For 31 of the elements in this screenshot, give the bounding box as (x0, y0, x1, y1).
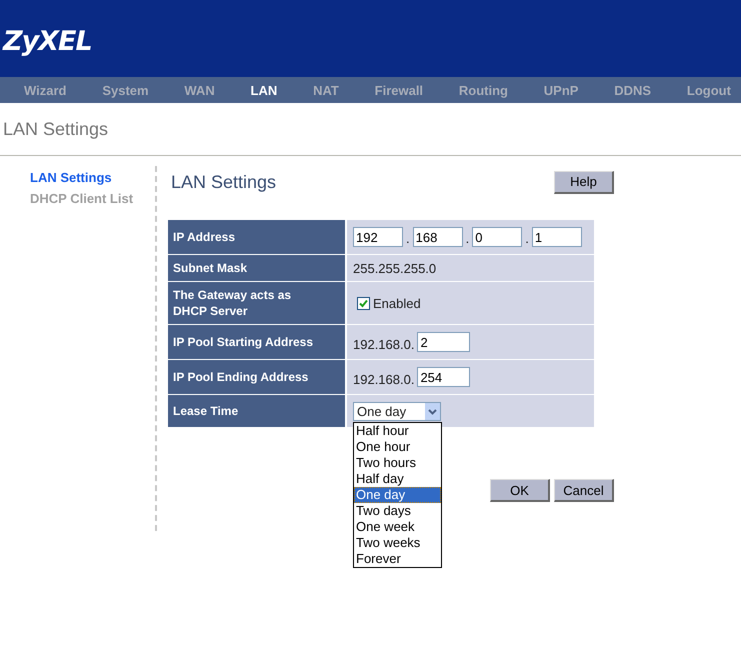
field-label: Lease Time (168, 395, 345, 427)
octet-field[interactable]: 1 (532, 227, 582, 247)
ok-button[interactable]: OK (490, 479, 550, 502)
field-label: Subnet Mask (168, 255, 345, 281)
address-field[interactable]: 254 (417, 367, 470, 387)
field-label: The Gateway acts as DHCP Server (168, 282, 345, 324)
octet-field[interactable]: 168 (412, 227, 463, 247)
dot-separator: . (525, 231, 529, 246)
address-prefix: 192.168.0. (353, 372, 414, 387)
address-prefix: 192.168.0. (353, 337, 414, 352)
field-label: IP Address (168, 220, 345, 254)
octet-field[interactable]: 0 (472, 227, 522, 247)
field-label: IP Pool Starting Address (168, 325, 345, 359)
octet-field[interactable]: 192 (353, 227, 403, 247)
address-field[interactable]: 2 (417, 332, 470, 352)
checkbox-label: Enabled (373, 296, 421, 310)
dhcp-checkbox[interactable] (357, 296, 370, 310)
logo: ZyXEL (3, 26, 92, 57)
dropdown-option[interactable]: One day (354, 487, 441, 503)
caret-icon (425, 402, 440, 420)
sidebar-link[interactable]: LAN Settings (30, 170, 155, 185)
help-button[interactable]: Help (554, 170, 614, 194)
nav-tab[interactable]: LAN (250, 82, 278, 98)
lease-time-select[interactable]: One day (353, 402, 441, 420)
field-label: IP Pool Ending Address (168, 360, 345, 394)
subnet-mask-value: 255.255.255.0 (353, 260, 436, 276)
dot-separator: . (466, 231, 470, 246)
page-title: LAN Settings (3, 118, 108, 140)
cancel-button[interactable]: Cancel (554, 479, 614, 502)
dot-separator: . (406, 231, 410, 246)
section-title: LAN Settings (171, 172, 276, 192)
